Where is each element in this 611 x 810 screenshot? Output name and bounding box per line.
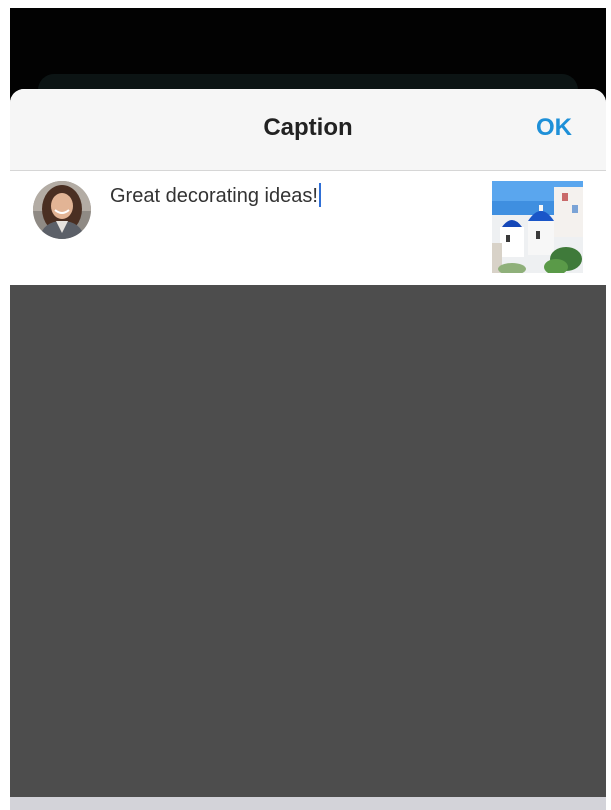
ok-button[interactable]: OK — [536, 114, 572, 142]
caption-sheet: Caption OK Great decorating ideas! — [10, 89, 606, 810]
santorini-photo-icon — [492, 181, 583, 273]
avatar — [33, 181, 91, 239]
sheet-header: Caption OK — [10, 89, 606, 171]
avatar-photo-icon — [33, 181, 91, 239]
compose-row: Great decorating ideas! — [10, 171, 606, 285]
caption-input[interactable]: Great decorating ideas! — [110, 183, 470, 213]
sheet-title: Caption — [263, 114, 353, 141]
keyboard-placeholder-overlay — [10, 285, 606, 797]
caption-text: Great decorating ideas! — [110, 185, 318, 207]
photo-thumbnail[interactable] — [492, 181, 583, 273]
screen: Caption OK Great decorating ideas! — [0, 0, 611, 810]
bottom-bar — [10, 797, 606, 810]
text-cursor — [318, 183, 321, 207]
